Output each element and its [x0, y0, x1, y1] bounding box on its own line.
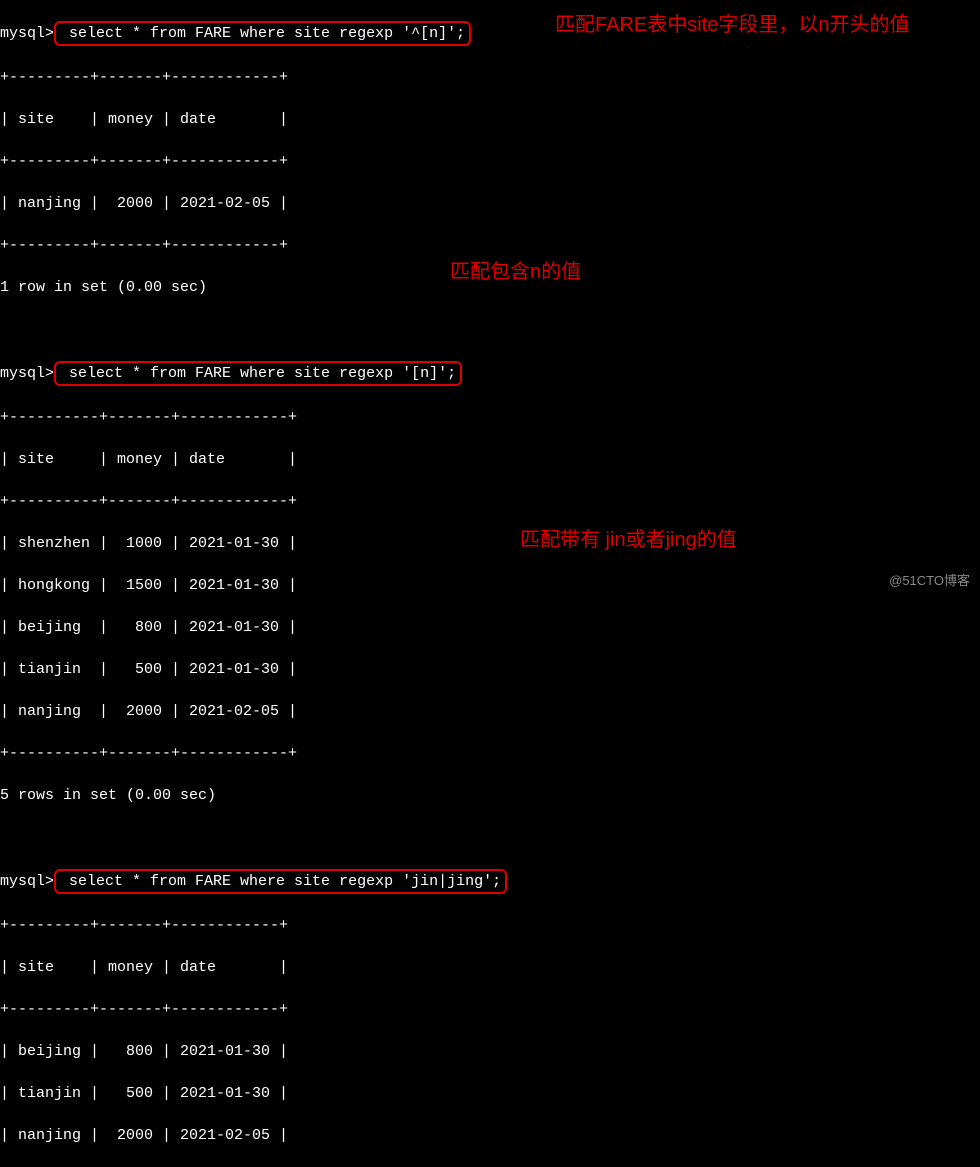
table-header: | site | money | date | [0, 449, 980, 470]
table-separator: +---------+-------+------------+ [0, 151, 980, 172]
result-summary: 5 rows in set (0.00 sec) [0, 785, 980, 806]
mysql-prompt: mysql> [0, 23, 54, 44]
table-row: | nanjing | 2000 | 2021-02-05 | [0, 193, 980, 214]
table-separator: +---------+-------+------------+ [0, 67, 980, 88]
table-separator: +----------+-------+------------+ [0, 407, 980, 428]
sql-query-3: select * from FARE where site regexp 'ji… [54, 869, 507, 894]
sql-query-2: select * from FARE where site regexp '[n… [54, 361, 462, 386]
mysql-prompt: mysql> [0, 363, 54, 384]
annotation-2: 匹配包含n的值 [450, 257, 581, 287]
sql-query-1: select * from FARE where site regexp '^[… [54, 21, 471, 46]
table-row: | shenzhen | 1000 | 2021-01-30 | [0, 533, 980, 554]
table-header: | site | money | date | [0, 109, 980, 130]
table-row: | nanjing | 2000 | 2021-02-05 | [0, 1125, 980, 1146]
table-header: | site | money | date | [0, 957, 980, 978]
annotation-1: 匹配FARE表中site字段里，以n开头的值 [555, 10, 975, 40]
annotation-3: 匹配带有 jin或者jing的值 [520, 525, 737, 555]
prompt-line-2: mysql> select * from FARE where site reg… [0, 361, 980, 386]
blank-line [0, 319, 980, 340]
blank-line [0, 827, 980, 848]
mysql-prompt: mysql> [0, 871, 54, 892]
table-separator: +---------+-------+------------+ [0, 235, 980, 256]
table-row: | tianjin | 500 | 2021-01-30 | [0, 659, 980, 680]
table-row: | beijing | 800 | 2021-01-30 | [0, 617, 980, 638]
table-separator: +---------+-------+------------+ [0, 915, 980, 936]
table-separator: +----------+-------+------------+ [0, 743, 980, 764]
watermark: @51CTO博客 [889, 572, 970, 590]
table-separator: +---------+-------+------------+ [0, 999, 980, 1020]
table-separator: +----------+-------+------------+ [0, 491, 980, 512]
terminal-output: mysql> select * from FARE where site reg… [0, 0, 980, 1167]
prompt-line-3: mysql> select * from FARE where site reg… [0, 869, 980, 894]
table-row: | hongkong | 1500 | 2021-01-30 | [0, 575, 980, 596]
table-row: | tianjin | 500 | 2021-01-30 | [0, 1083, 980, 1104]
table-row: | nanjing | 2000 | 2021-02-05 | [0, 701, 980, 722]
table-row: | beijing | 800 | 2021-01-30 | [0, 1041, 980, 1062]
